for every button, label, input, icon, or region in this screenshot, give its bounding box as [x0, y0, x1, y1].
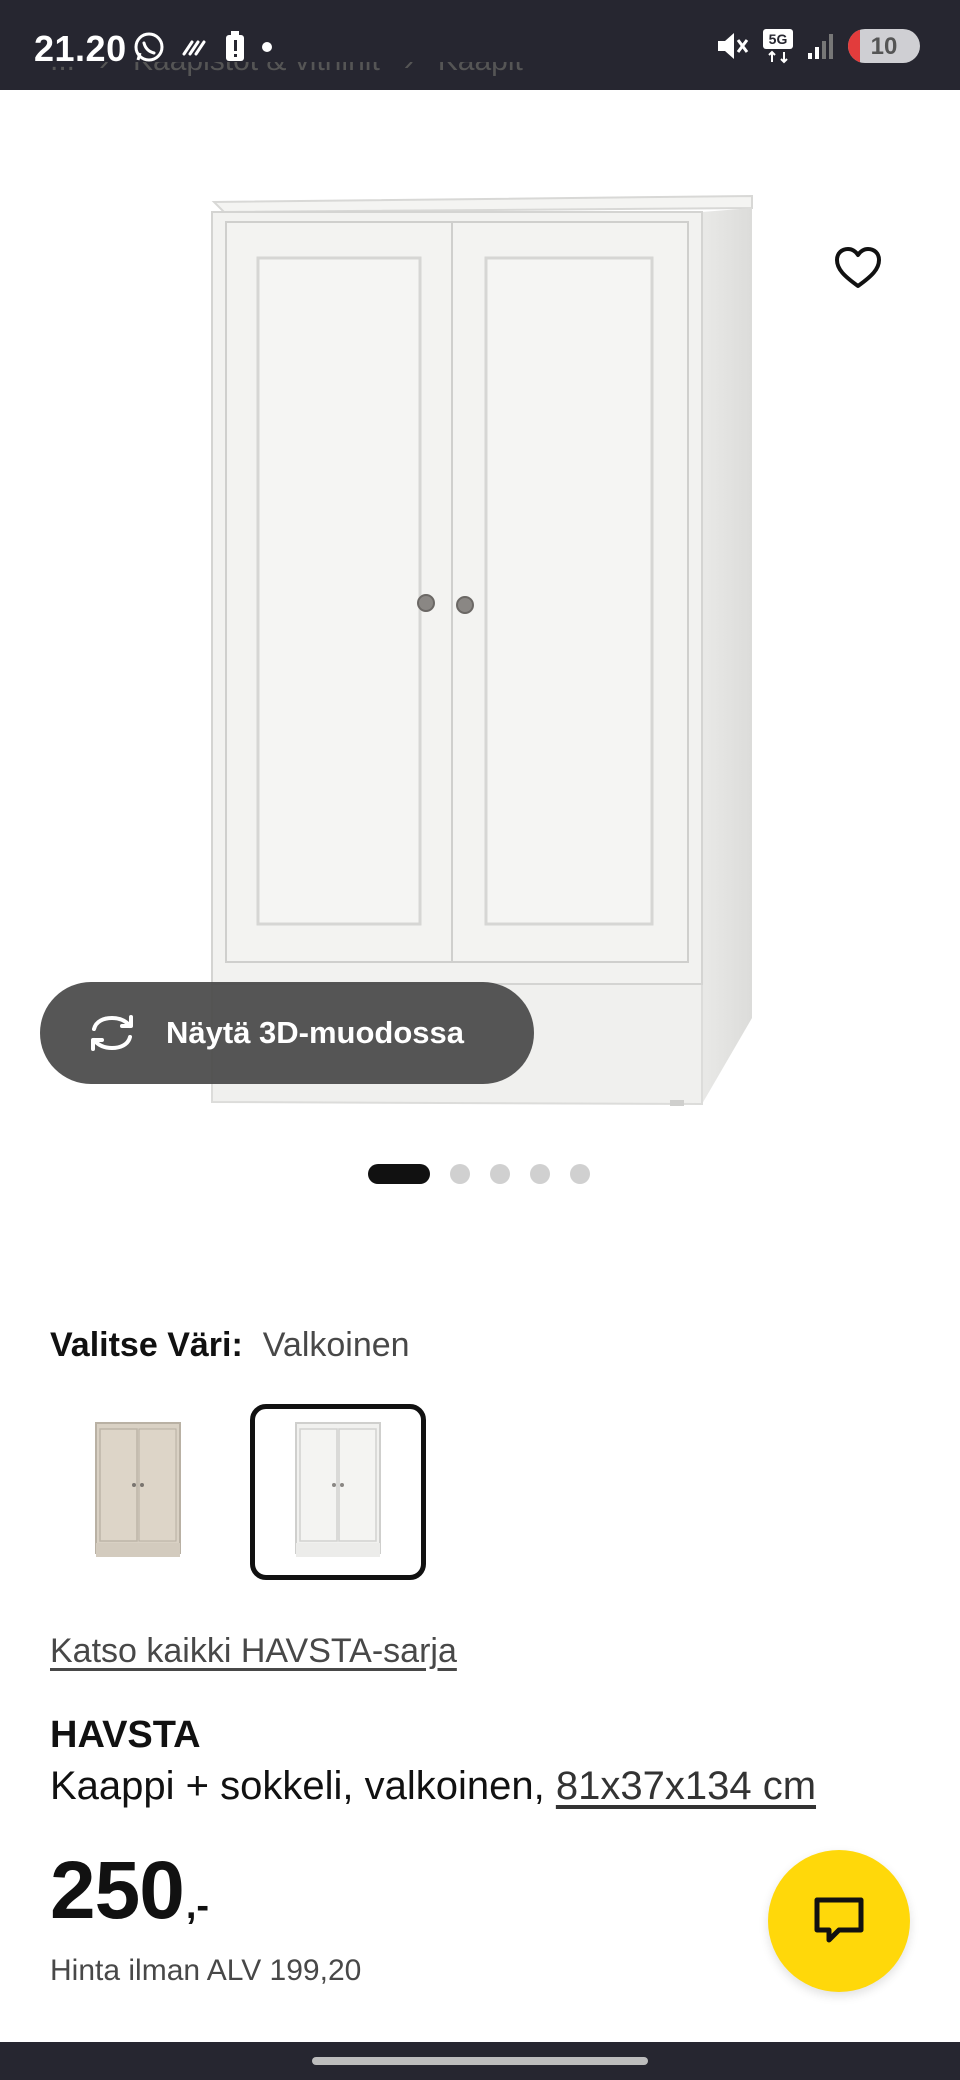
view-3d-button[interactable]: Näytä 3D-muodossa [40, 982, 534, 1084]
product-brand: HAVSTA [50, 1714, 201, 1756]
cabinet-thumbnail-white [295, 1422, 381, 1557]
color-picker-title: Valitse Väri: [50, 1326, 243, 1364]
color-swatch-white[interactable] [250, 1404, 426, 1580]
cabinet-thumbnail-beige [95, 1422, 181, 1557]
color-picker-selected: Valkoinen [262, 1326, 410, 1364]
breadcrumb-separator: › [404, 62, 414, 78]
network-icon: 5G [763, 29, 793, 64]
alert-battery-icon [226, 31, 244, 61]
gallery-dot[interactable] [450, 1164, 470, 1184]
gallery-dot[interactable] [368, 1164, 430, 1184]
breadcrumb: ... › Kaapistot & vitriinit › Kaapit [50, 62, 523, 102]
home-gesture-handle[interactable] [312, 2057, 648, 2065]
chat-icon [814, 1897, 864, 1943]
gallery-dot[interactable] [530, 1164, 550, 1184]
view-3d-label: Näytä 3D-muodossa [166, 1015, 465, 1050]
gallery-dot[interactable] [490, 1164, 510, 1184]
status-right-icons: 5G 10 [714, 28, 920, 64]
gallery-dot[interactable] [570, 1164, 590, 1184]
price-suffix: ,- [185, 1885, 210, 1927]
whatsapp-icon [134, 32, 164, 62]
color-swatch-beige[interactable] [50, 1404, 226, 1580]
price-without-vat: Hinta ilman ALV 199,20 [50, 1954, 362, 1987]
battery-indicator: 10 [848, 29, 920, 63]
status-left-icons [132, 30, 274, 64]
view-series-link[interactable]: Katso kaikki HAVSTA-sarja [50, 1632, 457, 1671]
product-description-row: Kaappi + sokkeli, valkoinen, 81x37x134 c… [50, 1764, 816, 1809]
breadcrumb-item[interactable]: Kaapistot & vitriinit [133, 62, 380, 78]
system-nav-bar [0, 2042, 960, 2080]
favorite-button[interactable] [828, 238, 888, 298]
battery-level: 10 [870, 33, 898, 60]
product-price: 250 ,- [50, 1850, 209, 1932]
chat-button[interactable] [768, 1850, 910, 1992]
network-type-label: 5G [769, 31, 788, 47]
mute-icon [718, 33, 749, 59]
notification-dot-icon [262, 42, 272, 52]
color-picker-label: Valitse Väri: Valkoinen [50, 1326, 410, 1365]
product-description: Kaappi + sokkeli, valkoinen, [50, 1764, 556, 1808]
breadcrumb-item[interactable]: Kaapit [438, 62, 523, 78]
data-saver-icon [182, 40, 206, 56]
rotate-3d-icon [91, 1015, 133, 1051]
breadcrumb-separator: › [99, 62, 109, 78]
product-size-link[interactable]: 81x37x134 cm [556, 1764, 816, 1808]
signal-icon [808, 34, 833, 59]
product-image[interactable] [0, 150, 960, 1110]
breadcrumb-item[interactable]: ... [50, 62, 75, 78]
gallery-pagination [368, 1164, 590, 1184]
price-main: 250 [50, 1845, 185, 1936]
heart-icon [835, 247, 881, 288]
